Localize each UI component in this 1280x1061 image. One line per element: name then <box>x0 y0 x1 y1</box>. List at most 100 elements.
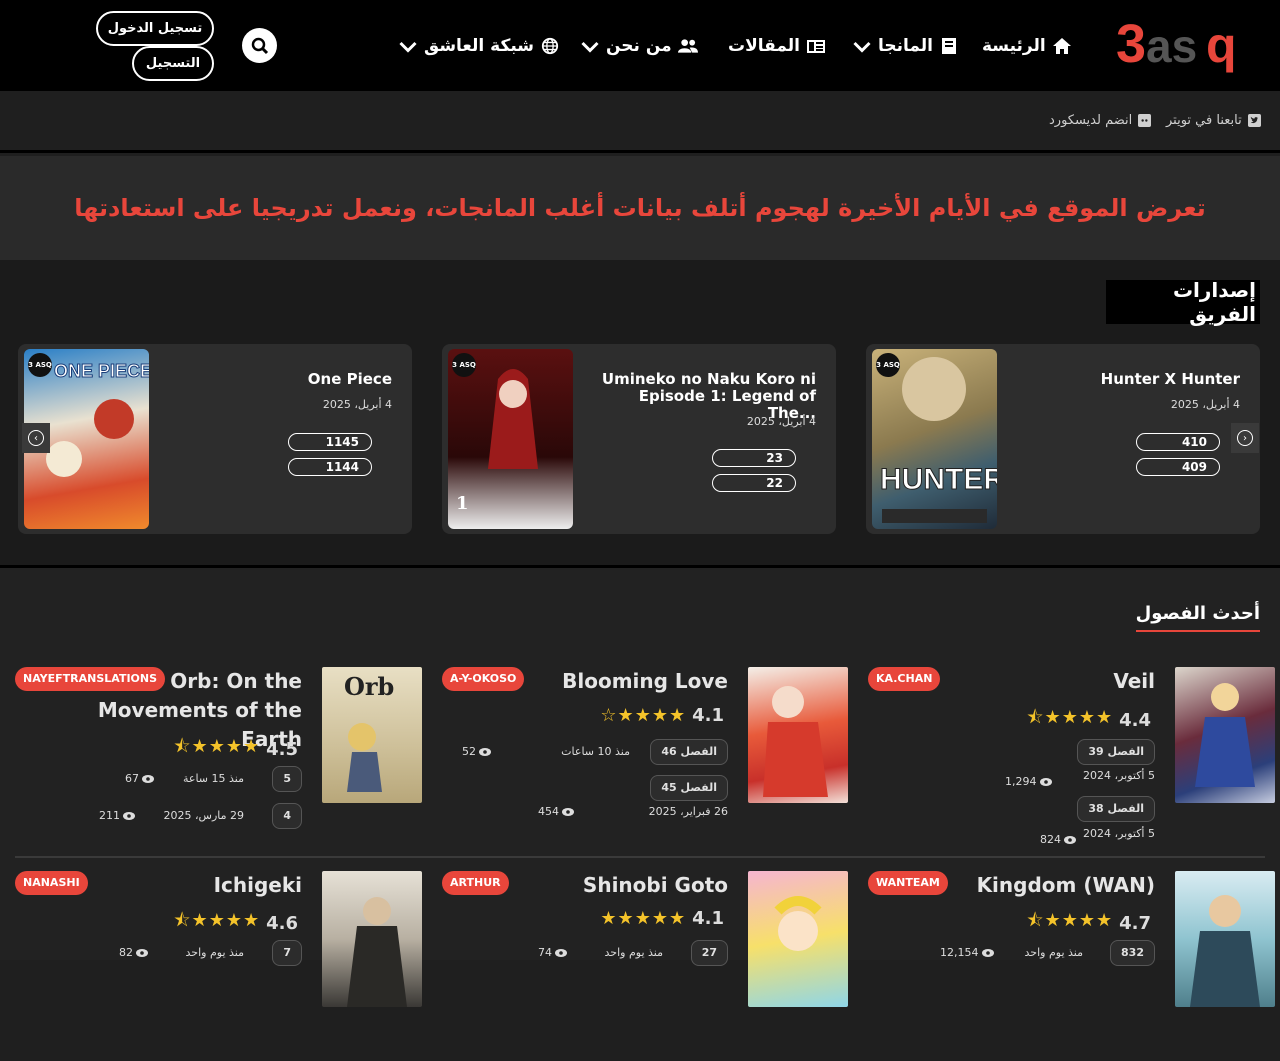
cover-image[interactable] <box>748 871 848 1007</box>
chapter-row[interactable]: 5 منذ 15 ساعة 67 <box>12 766 302 792</box>
chapter-chip[interactable]: الفصل 46 <box>650 739 728 765</box>
cover-image[interactable]: 3 ASQ 1 <box>448 349 573 529</box>
views-count: 82 <box>119 946 133 959</box>
manga-item: Orb Orb: On the Movements of the Earth N… <box>12 667 422 857</box>
search-button[interactable] <box>242 28 277 63</box>
team-badge[interactable]: NAYEFTRANSLATIONS <box>15 667 166 691</box>
nav-manga[interactable]: المانجا <box>852 34 959 58</box>
team-badge[interactable]: NANASHI <box>15 871 88 895</box>
nav-manga-label: المانجا <box>878 36 934 56</box>
register-button[interactable]: التسجيل <box>132 46 214 81</box>
svg-text:Orb: Orb <box>344 672 394 701</box>
views-count: 454 <box>538 805 559 818</box>
carousel-next-button[interactable]: › <box>1231 423 1259 453</box>
nav-home[interactable]: الرئيسة <box>982 34 1072 58</box>
manga-title[interactable]: Ichigeki <box>52 871 302 900</box>
chapter-chip[interactable]: 4 <box>272 803 302 829</box>
team-badge[interactable]: KA.CHAN <box>868 667 941 691</box>
chapter-row[interactable]: 7 منذ يوم واحد 82 <box>12 940 302 966</box>
cover-image[interactable] <box>748 667 848 803</box>
team-badge[interactable]: A-Y-OKOSO <box>442 667 525 691</box>
chapter-pill[interactable]: 22 <box>712 474 796 492</box>
team-releases-section: إصدارات الفريق 3 ASQ HUNTER Hunter X Hun… <box>0 260 1280 565</box>
chapter-row[interactable]: 832 منذ يوم واحد 12,154 <box>865 940 1155 966</box>
chapter-pill[interactable]: 1145 <box>288 433 372 451</box>
svg-text:as: as <box>1146 20 1197 72</box>
eye-icon <box>562 807 574 816</box>
nav-network[interactable]: شبكة العاشق <box>398 34 560 58</box>
newspaper-icon <box>806 40 825 53</box>
login-button[interactable]: تسجيل الدخول <box>96 11 214 46</box>
chapter-row[interactable]: الفصل 45 26 فبراير، 2025 454 <box>438 775 728 818</box>
search-icon <box>251 37 268 54</box>
chapter-pill[interactable]: 410 <box>1136 433 1220 451</box>
team-badge[interactable]: WANTEAM <box>868 871 948 895</box>
rating: ★★★★★ 4.1 <box>600 908 728 929</box>
chapter-pill[interactable]: 23 <box>712 449 796 467</box>
nav-about[interactable]: من نحن <box>580 34 698 58</box>
eye-icon <box>142 774 154 783</box>
twitter-label: تابعنا في تويتر <box>1166 113 1242 128</box>
cover-image[interactable] <box>1175 667 1275 803</box>
notice-text: تعرض الموقع في الأيام الأخيرة لهجوم أتلف… <box>74 194 1206 222</box>
eye-icon <box>555 948 567 957</box>
site-logo[interactable]: 3 as q <box>1114 12 1250 78</box>
chapter-chip[interactable]: الفصل 39 <box>1077 739 1155 765</box>
eye-icon <box>981 948 994 957</box>
release-title[interactable]: Hunter X Hunter <box>1020 371 1240 388</box>
views-count: 12,154 <box>940 946 979 959</box>
svg-text:3: 3 <box>1116 14 1146 74</box>
cover-image[interactable] <box>1175 871 1275 1007</box>
views: 824 <box>1040 833 1076 846</box>
eye-icon <box>479 747 491 756</box>
cover-image[interactable]: Orb <box>322 667 422 803</box>
nav-articles[interactable]: المقالات <box>728 34 826 58</box>
section-title: أحدث الفصول <box>1135 603 1260 632</box>
release-title[interactable]: One Piece <box>172 371 392 388</box>
chapter-row[interactable]: 27 منذ يوم واحد 74 <box>438 940 728 966</box>
globe-icon <box>541 37 559 55</box>
release-card[interactable]: 3 ASQ HUNTER Hunter X Hunter 4 أبريل، 20… <box>866 344 1260 534</box>
chevron-left-icon: ‹ <box>28 430 44 446</box>
rating-value: 4.5 <box>266 738 298 760</box>
rating: ⯪★★★★ 4.4 <box>1027 705 1155 735</box>
chapter-pill[interactable]: 1144 <box>288 458 372 476</box>
chevron-down-icon <box>853 41 871 53</box>
twitter-link[interactable]: تابعنا في تويتر <box>1166 113 1261 128</box>
svg-text:HUNTER: HUNTER <box>880 463 997 496</box>
chapter-chip[interactable]: 832 <box>1110 940 1155 966</box>
release-date: 4 أبريل، 2025 <box>322 398 392 411</box>
cover-art <box>347 897 407 1007</box>
chapter-chip[interactable]: 27 <box>690 940 728 966</box>
carousel-prev-button[interactable]: ‹ <box>22 423 50 453</box>
discord-link[interactable]: انضم لديسكورد <box>1049 113 1152 128</box>
release-date: 4 أبريل، 2025 <box>1170 398 1240 411</box>
team-badge: 3 ASQ <box>876 353 900 377</box>
manga-title[interactable]: Veil <box>905 667 1155 696</box>
users-icon <box>677 39 698 53</box>
chapter-time: منذ يوم واحد <box>185 946 244 959</box>
views: 12,154 <box>940 946 994 959</box>
chapter-pill[interactable]: 409 <box>1136 458 1220 476</box>
chapter-row[interactable]: الفصل 39 5 أكتوبر، 2024 <box>865 739 1155 782</box>
team-badge[interactable]: ARTHUR <box>442 871 509 895</box>
chapter-chip[interactable]: الفصل 38 <box>1077 796 1155 822</box>
cover-image[interactable]: 3 ASQ HUNTER <box>872 349 997 529</box>
cover-image[interactable] <box>322 871 422 1007</box>
chapter-chip[interactable]: الفصل 45 <box>650 775 728 801</box>
chapter-row[interactable]: الفصل 38 5 أكتوبر، 2024 <box>865 796 1155 840</box>
manga-title[interactable]: Shinobi Goto <box>478 871 728 900</box>
chapter-row[interactable]: 4 29 مارس، 2025 211 <box>12 803 302 829</box>
chapter-chip[interactable]: 5 <box>272 766 302 792</box>
release-card[interactable]: 3 ASQ 1 Umineko no Naku Koro ni Episode … <box>442 344 836 534</box>
chapter-time: 5 أكتوبر، 2024 <box>1083 769 1155 782</box>
views: 1,294 <box>1005 775 1052 788</box>
chapter-chip[interactable]: 7 <box>272 940 302 966</box>
rating-value: 4.7 <box>1119 912 1151 934</box>
release-card[interactable]: 3 ASQ ONE PIECE One Piece 4 أبريل، 2025 … <box>18 344 412 534</box>
views-count: 74 <box>538 946 552 959</box>
eye-icon <box>1039 777 1052 786</box>
book-icon <box>942 38 957 54</box>
chapter-row[interactable]: الفصل 46 منذ 10 ساعات 52 <box>438 739 728 765</box>
rating: ⯪★★★★ 4.5 <box>174 734 302 764</box>
